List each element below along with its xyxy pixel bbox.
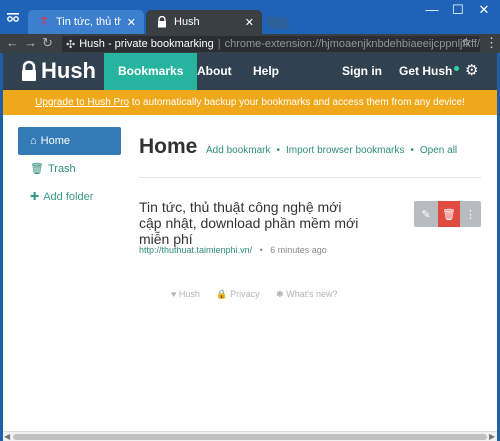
brand-name: Hush (41, 58, 96, 83)
minimize-icon[interactable]: — (422, 2, 442, 17)
sidebar-item-trash[interactable]: 🗑 Trash (18, 155, 121, 183)
hush-app-page: Hush Bookmarks About Help Sign in Get Hu… (3, 53, 497, 431)
bookmark-actions: ✎ 🗑 ⋮ (414, 201, 481, 227)
tab-thuthuat[interactable]: T Tin tức, thủ thuật công ✕ (28, 10, 144, 34)
scroll-left-icon[interactable]: ◀ (4, 432, 10, 441)
home-icon: ⌂ (30, 135, 37, 147)
edit-button[interactable]: ✎ (414, 201, 438, 227)
more-button[interactable]: ⋮ (460, 201, 481, 227)
sidebar-item-label: Add folder (43, 191, 94, 203)
link-separator: • (410, 145, 414, 156)
page-title: Home (139, 135, 198, 158)
tab-hush[interactable]: Hush ✕ (146, 10, 262, 34)
bookmark-meta: http://thuthuat.taimienphi.vn/ • 6 minut… (139, 245, 327, 255)
nav-help[interactable]: Help (253, 53, 279, 90)
divider (139, 177, 481, 178)
banner-text: to automatically backup your bookmarks a… (129, 97, 465, 108)
add-bookmark-link[interactable]: Add bookmark (206, 145, 270, 156)
bookmark-url[interactable]: http://thuthuat.taimienphi.vn/ (139, 245, 252, 255)
pencil-icon: ✎ (421, 208, 431, 221)
thuthuat-favicon-icon: T (40, 16, 48, 28)
new-tab-button[interactable] (265, 17, 291, 29)
hush-logo[interactable]: Hush (21, 58, 96, 84)
get-hush-label: Get Hush (399, 64, 453, 78)
heart-icon: ♥ (171, 289, 177, 299)
app-navbar: Hush Bookmarks About Help Sign in Get Hu… (3, 53, 497, 90)
sidebar: ⌂ Home 🗑 Trash ✚ Add folder (18, 127, 121, 211)
scroll-right-icon[interactable]: ▶ (489, 432, 495, 441)
nav-get-hush[interactable]: Get Hush (399, 53, 460, 90)
browser-menu-dots-icon[interactable]: ⋮ (485, 35, 498, 51)
gear-icon: ✱ (276, 289, 284, 299)
tab-title: Hush (174, 16, 200, 28)
bookmark-time: 6 minutes ago (270, 245, 327, 255)
upgrade-link[interactable]: Upgrade to Hush Pro (35, 97, 129, 108)
sidebar-item-add-folder[interactable]: ✚ Add folder (18, 183, 121, 211)
bookmark-title[interactable]: Tin tức, thủ thuật công nghệ mới cập nhậ… (139, 199, 361, 247)
open-all-link[interactable]: Open all (420, 145, 457, 156)
sidebar-item-home[interactable]: ⌂ Home (18, 127, 121, 155)
url-separator: | (217, 38, 221, 50)
lock-icon: 🔒 (216, 289, 228, 299)
trash-icon: 🗑 (442, 208, 456, 221)
nav-about[interactable]: About (197, 53, 232, 90)
action-links: Add bookmark • Import browser bookmarks • Op… (206, 145, 457, 156)
nav-signin[interactable]: Sign in (342, 53, 382, 90)
scrollbar-thumb[interactable] (13, 434, 487, 440)
delete-button[interactable]: 🗑 (438, 201, 460, 227)
sidebar-item-label: Home (40, 135, 70, 147)
nav-bookmarks[interactable]: Bookmarks (104, 53, 198, 90)
tab-close-icon[interactable]: ✕ (127, 16, 136, 29)
gear-icon[interactable]: ⚙ (465, 61, 478, 79)
close-window-icon[interactable]: ✕ (474, 2, 494, 18)
lock-icon (22, 60, 36, 81)
footer-whats-new[interactable]: ✱ What's new? (276, 289, 337, 299)
site-label: Hush - private bookmarking (79, 38, 214, 50)
reload-icon[interactable]: ↻ (42, 35, 53, 51)
maximize-icon[interactable]: ☐ (448, 2, 468, 18)
link-separator: • (276, 145, 280, 156)
browser-toolbar: ← → ↻ ✣ Hush - private bookmarking | chr… (0, 34, 500, 53)
tab-close-icon[interactable]: ✕ (245, 16, 254, 29)
browser-menu-icon[interactable] (4, 8, 22, 26)
sidebar-item-label: Trash (47, 163, 76, 175)
vertical-dots-icon: ⋮ (465, 208, 476, 221)
tab-title: Tin tức, thủ thuật công (56, 16, 121, 28)
back-arrow-icon[interactable]: ← (6, 35, 19, 50)
horizontal-scrollbar[interactable]: ◀ ▶ (3, 431, 497, 441)
footer-privacy[interactable]: 🔒 Privacy (216, 289, 259, 299)
lock-favicon-icon (156, 16, 168, 28)
forward-arrow-icon[interactable]: → (24, 35, 37, 50)
browser-titlebar: T Tin tức, thủ thuật công ✕ Hush ✕ — ☐ ✕ (0, 0, 500, 34)
url-text: chrome-extension://hjmoaenjknbdehbiaeeij… (224, 38, 480, 50)
upgrade-banner: Upgrade to Hush Pro to automatically bac… (3, 90, 497, 115)
footer-label: Privacy (230, 289, 260, 299)
address-bar[interactable]: ✣ Hush - private bookmarking | chrome-ex… (62, 36, 480, 52)
trash-icon: 🗑 (30, 163, 44, 175)
footer: ♥ Hush 🔒 Privacy ✱ What's new? (171, 289, 351, 300)
bookmark-star-icon[interactable]: ☆ (461, 35, 472, 49)
new-dot-badge (454, 66, 460, 71)
meta-separator: • (259, 245, 263, 255)
footer-label: Hush (178, 289, 200, 299)
extension-puzzle-icon: ✣ (66, 38, 76, 51)
plus-icon: ✚ (30, 191, 40, 203)
footer-hush[interactable]: ♥ Hush (171, 289, 200, 299)
import-bookmarks-link[interactable]: Import browser bookmarks (286, 145, 404, 156)
footer-label: What's new? (286, 289, 338, 299)
